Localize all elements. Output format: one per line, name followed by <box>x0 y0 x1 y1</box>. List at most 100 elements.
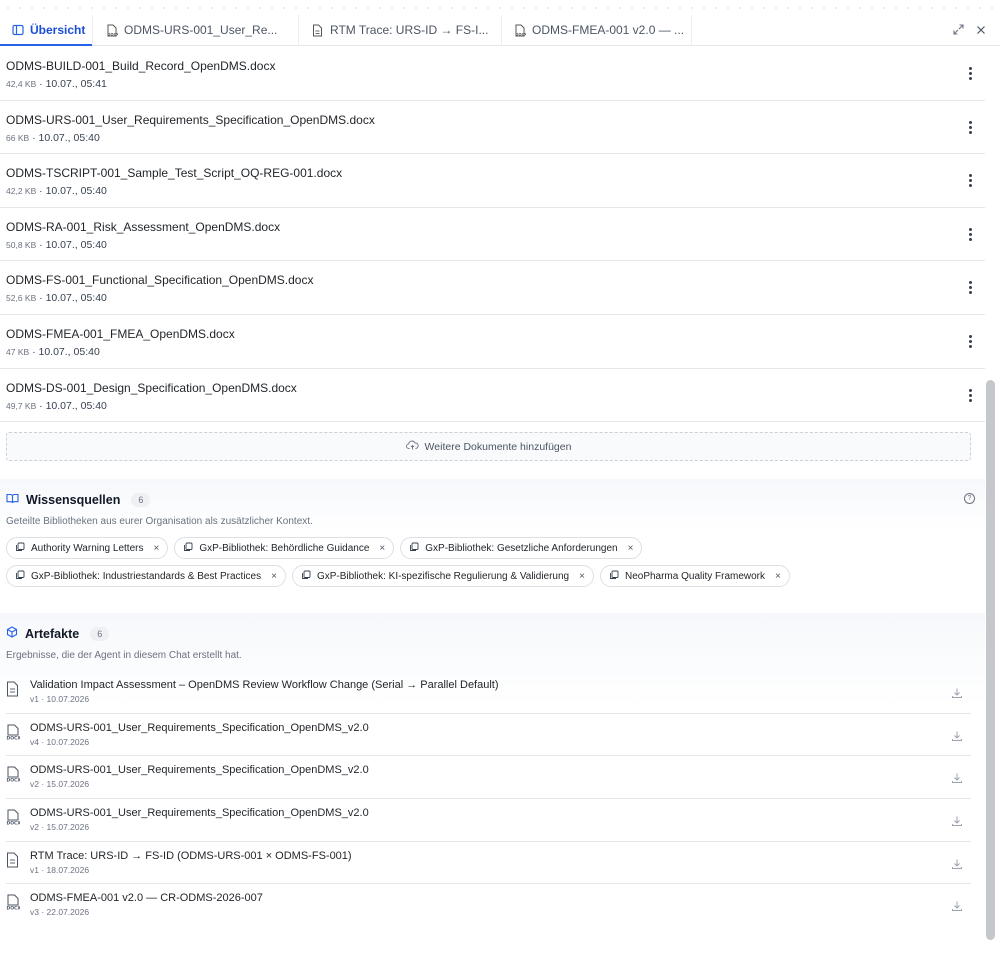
file-date: · 10.07., 05:40 <box>39 238 107 251</box>
tab-urs-document[interactable]: DOCX ODMS-URS-001_User_Re... <box>93 15 299 45</box>
file-size: 42,2 KB <box>6 186 37 197</box>
artifact-meta: v4 · 10.07.2026 <box>30 736 90 747</box>
artifact-text: ODMS-URS-001_User_Requirements_Specifica… <box>30 807 369 832</box>
file-name: ODMS-RA-001_Risk_Assessment_OpenDMS.docx <box>6 219 281 234</box>
artifact-row[interactable]: DOCX ODMS-URS-001_User_Requirements_Spec… <box>6 756 971 799</box>
file-date: · 10.07., 05:40 <box>39 399 107 412</box>
file-date: · 10.07., 05:40 <box>39 292 107 305</box>
more-options-icon[interactable] <box>969 120 973 134</box>
artifact-row[interactable]: DOCX ODMS-URS-001_User_Requirements_Spec… <box>6 799 971 842</box>
count-badge: 6 <box>90 627 110 642</box>
file-row[interactable]: ODMS-URS-001_User_Requirements_Specifica… <box>0 101 985 155</box>
file-row[interactable]: ODMS-DS-001_Design_Specification_OpenDMS… <box>0 369 985 423</box>
more-options-icon[interactable] <box>969 67 973 80</box>
document-icon <box>6 681 22 701</box>
file-size: 50,8 KB <box>6 239 37 250</box>
chip-label: GxP-Bibliothek: Gesetzliche Anforderunge… <box>425 542 618 554</box>
knowledge-chip-list: Authority Warning Letters × GxP-Biblioth… <box>6 537 886 588</box>
tab-rtm-trace[interactable]: RTM Trace: URS-ID → FS-I... <box>299 15 502 45</box>
svg-text:DOCX: DOCX <box>7 906 21 912</box>
remove-chip-icon[interactable]: × <box>775 571 781 582</box>
add-documents-button[interactable]: Weitere Dokumente hinzufügen <box>6 432 971 462</box>
artifact-row[interactable]: Validation Impact Assessment – OpenDMS R… <box>6 671 971 714</box>
download-icon[interactable] <box>951 899 963 912</box>
file-size: 49,7 KB <box>6 400 37 411</box>
more-options-icon[interactable] <box>969 281 973 295</box>
file-list: ODMS-BUILD-001_Build_Record_OpenDMS.docx… <box>0 47 985 423</box>
artifact-text: RTM Trace: URS-ID → FS-ID (ODMS-URS-001 … <box>30 850 352 875</box>
file-row[interactable]: ODMS-FS-001_Functional_Specification_Ope… <box>0 261 985 315</box>
knowledge-chip[interactable]: GxP-Bibliothek: Industriestandards & Bes… <box>6 565 286 588</box>
scrollbar-thumb[interactable] <box>986 380 995 940</box>
download-icon[interactable] <box>951 729 963 741</box>
remove-chip-icon[interactable]: × <box>628 543 634 554</box>
section-subtitle: Ergebnisse, die der Agent in diesem Chat… <box>6 650 242 662</box>
artifact-text: Validation Impact Assessment – OpenDMS R… <box>30 679 499 704</box>
tab-fmea-document[interactable]: DOCX ODMS-FMEA-001 v2.0 — ... <box>502 15 692 45</box>
chip-label: GxP-Bibliothek: Industriestandards & Bes… <box>31 570 262 582</box>
remove-chip-icon[interactable]: × <box>153 543 159 554</box>
file-meta: 52,6 KB · 10.07., 05:40 <box>6 292 979 304</box>
artifact-meta: v1 · 18.07.2026 <box>30 864 90 875</box>
artifact-row[interactable]: RTM Trace: URS-ID → FS-ID (ODMS-URS-001 … <box>6 842 971 885</box>
knowledge-chip[interactable]: GxP-Bibliothek: KI-spezifische Regulieru… <box>291 565 594 588</box>
remove-chip-icon[interactable]: × <box>379 543 385 554</box>
artifact-row[interactable]: DOCX ODMS-FMEA-001 v2.0 — CR-ODMS-2026-0… <box>6 884 971 927</box>
docx-icon: DOCX <box>105 24 118 37</box>
book-icon <box>6 491 19 509</box>
download-icon[interactable] <box>951 857 963 869</box>
knowledge-chip[interactable]: GxP-Bibliothek: Behördliche Guidance × <box>174 537 395 560</box>
expand-icon[interactable] <box>953 23 964 38</box>
file-row[interactable]: ODMS-FMEA-001_FMEA_OpenDMS.docx 47 KB · … <box>0 315 985 369</box>
artifacts-section: Artefakte 6 Ergebnisse, die der Agent in… <box>0 613 985 927</box>
library-icon <box>183 542 193 555</box>
knowledge-chip[interactable]: GxP-Bibliothek: Gesetzliche Anforderunge… <box>400 537 643 560</box>
remove-chip-icon[interactable]: × <box>271 571 277 582</box>
cloud-upload-icon <box>405 440 419 453</box>
tab-label: RTM Trace: URS-ID → FS-I... <box>330 23 489 37</box>
artifact-name: ODMS-URS-001_User_Requirements_Specifica… <box>30 764 369 777</box>
artifact-list: Validation Impact Assessment – OpenDMS R… <box>6 671 971 927</box>
remove-chip-icon[interactable]: × <box>579 571 585 582</box>
more-options-icon[interactable] <box>969 334 973 348</box>
svg-text:DOCX: DOCX <box>7 820 21 826</box>
more-options-icon[interactable] <box>969 227 973 241</box>
panel-icon <box>12 24 24 37</box>
artifact-meta: v1 · 10.07.2026 <box>30 694 90 705</box>
docx-icon: DOCX <box>6 809 22 829</box>
file-meta: 66 KB · 10.07., 05:40 <box>6 132 979 144</box>
library-icon <box>15 570 25 583</box>
more-options-icon[interactable] <box>969 174 973 188</box>
download-icon[interactable] <box>951 771 963 784</box>
file-date: · 10.07., 05:41 <box>39 78 107 90</box>
file-row[interactable]: ODMS-TSCRIPT-001_Sample_Test_Script_OQ-R… <box>0 154 985 208</box>
add-documents-label: Weitere Dokumente hinzufügen <box>424 440 572 453</box>
file-size: 52,6 KB <box>6 293 37 304</box>
svg-text:DOCX: DOCX <box>7 778 21 784</box>
chip-label: GxP-Bibliothek: Behördliche Guidance <box>199 542 370 554</box>
file-size: 66 KB <box>6 132 30 143</box>
artifact-name: ODMS-URS-001_User_Requirements_Specifica… <box>30 806 369 819</box>
docx-icon: DOCX <box>6 894 22 914</box>
knowledge-chip[interactable]: NeoPharma Quality Framework × <box>599 565 790 588</box>
artifact-row[interactable]: DOCX ODMS-URS-001_User_Requirements_Spec… <box>6 714 971 757</box>
document-icon <box>311 24 324 37</box>
artifact-meta: v3 · 22.07.2026 <box>30 907 90 918</box>
download-icon[interactable] <box>951 686 963 699</box>
tab-bar: Übersicht DOCX ODMS-URS-001_User_Re... R… <box>0 15 1000 46</box>
download-icon[interactable] <box>951 814 963 826</box>
file-date: · 10.07., 05:40 <box>39 185 107 198</box>
file-row[interactable]: ODMS-BUILD-001_Build_Record_OpenDMS.docx… <box>0 47 985 101</box>
file-date: · 10.07., 05:40 <box>32 345 100 358</box>
file-meta: 47 KB · 10.07., 05:40 <box>6 346 979 358</box>
file-name: ODMS-DS-001_Design_Specification_OpenDMS… <box>6 380 297 395</box>
close-icon[interactable] <box>976 23 986 38</box>
artifacts-header: Artefakte 6 <box>6 625 979 643</box>
file-row[interactable]: ODMS-RA-001_Risk_Assessment_OpenDMS.docx… <box>0 208 985 262</box>
more-options-icon[interactable] <box>969 388 973 402</box>
chip-label: NeoPharma Quality Framework <box>624 570 766 582</box>
artifact-meta: v2 · 15.07.2026 <box>30 821 90 832</box>
tab-overview[interactable]: Übersicht <box>0 15 93 46</box>
knowledge-chip[interactable]: Authority Warning Letters × <box>6 537 169 560</box>
section-title: Wissensquellen <box>26 493 121 508</box>
